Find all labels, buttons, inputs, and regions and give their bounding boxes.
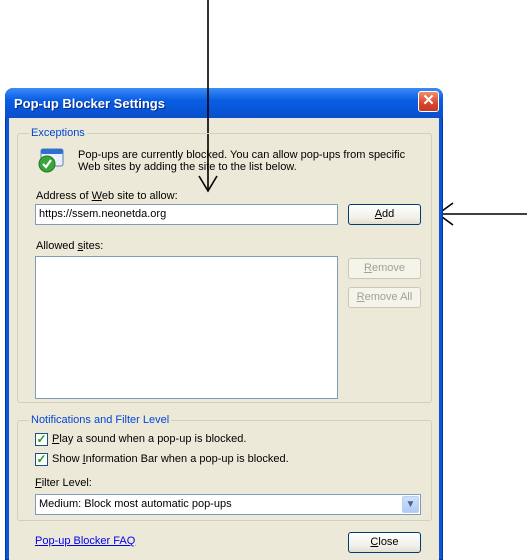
remove-button[interactable]: Remove (348, 258, 421, 279)
add-button[interactable]: Add (348, 204, 421, 225)
remove-all-button[interactable]: Remove All (348, 287, 421, 308)
info-text-line1: Pop-ups are currently blocked. You can a… (78, 149, 406, 161)
checkmark-icon: ✓ (36, 452, 47, 466)
notifications-legend: Notifications and Filter Level (29, 414, 172, 426)
faq-link[interactable]: Pop-up Blocker FAQ (35, 535, 135, 547)
shield-check-icon (38, 148, 64, 173)
allowed-sites-list[interactable] (35, 256, 338, 399)
exceptions-legend: Exceptions (29, 127, 87, 139)
play-sound-label[interactable]: Play a sound when a pop-up is blocked. (52, 433, 246, 445)
info-text-line2: Web sites by adding the site to the list… (78, 161, 297, 173)
address-input[interactable]: https://ssem.neonetda.org (35, 204, 338, 225)
filter-level-value: Medium: Block most automatic pop-ups (39, 498, 232, 510)
address-label: Address of Web site to allow: (36, 190, 178, 202)
info-bar-checkbox[interactable]: ✓ (35, 453, 48, 466)
checkmark-icon: ✓ (36, 432, 47, 446)
filter-level-select[interactable]: Medium: Block most automatic pop-ups (35, 494, 421, 515)
allowed-sites-label: Allowed sites: (36, 240, 104, 252)
close-button[interactable]: Close (348, 532, 421, 553)
play-sound-checkbox[interactable]: ✓ (35, 433, 48, 446)
filter-level-label: Filter Level: (35, 477, 92, 489)
info-bar-label[interactable]: Show Information Bar when a pop-up is bl… (52, 453, 289, 465)
chevron-down-icon[interactable]: ▼ (402, 496, 419, 513)
